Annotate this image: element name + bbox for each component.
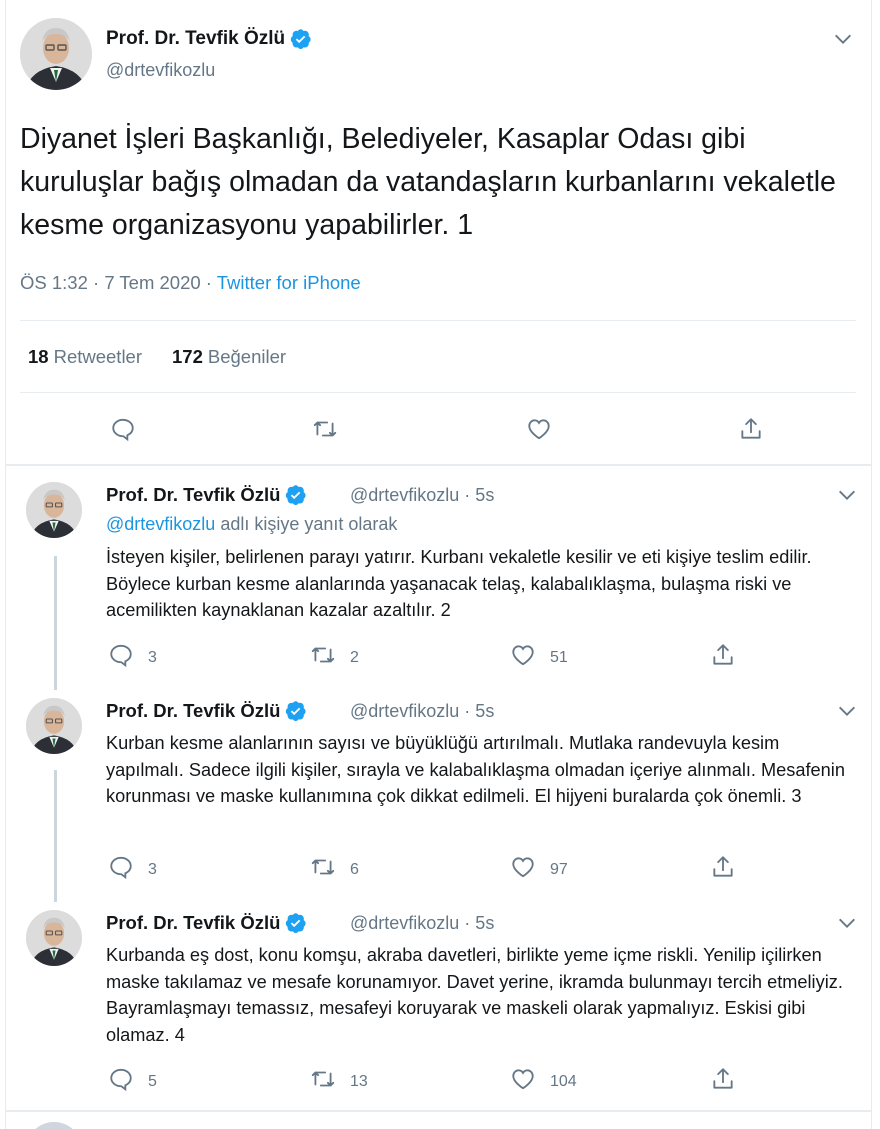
avatar[interactable]	[26, 698, 82, 754]
retweet-icon	[310, 854, 336, 885]
share-button[interactable]	[710, 1066, 736, 1097]
author-name[interactable]: Prof. Dr. Tevfik Özlü	[106, 484, 307, 506]
tweet-text: Diyanet İşleri Başkanlığı, Belediyeler, …	[20, 123, 836, 241]
tweet-source[interactable]: Twitter for iPhone	[217, 272, 361, 293]
replying-to-handle[interactable]: @drtevfikozlu	[106, 514, 215, 534]
retweet-icon	[312, 416, 338, 447]
verified-badge-icon	[290, 28, 312, 50]
verified-badge-icon	[285, 700, 307, 722]
avatar[interactable]	[26, 482, 82, 538]
like-count: 51	[550, 648, 568, 666]
retweets-stat[interactable]: 18 Retweetler	[28, 346, 142, 368]
reply-button[interactable]: 5	[108, 1066, 157, 1097]
reply-icon	[110, 416, 136, 447]
divider	[6, 1110, 872, 1112]
share-icon	[738, 416, 764, 447]
tweet-time[interactable]: ÖS 1:32 · 7 Tem 2020	[20, 272, 201, 293]
retweet-button[interactable]: 13	[310, 1066, 368, 1097]
author-name[interactable]: Prof. Dr. Tevfik Özlü	[106, 28, 312, 50]
reply-text: Kurbanda eş dost, konu komşu, akraba dav…	[106, 945, 843, 1045]
verified-badge-icon	[285, 912, 307, 934]
avatar[interactable]	[20, 18, 92, 90]
author-handle[interactable]: @drtevfikozlu	[106, 60, 215, 81]
like-icon	[526, 416, 552, 447]
like-button[interactable]	[526, 416, 552, 447]
avatar[interactable]	[26, 1122, 82, 1129]
like-icon	[510, 854, 536, 885]
chevron-down-icon[interactable]	[836, 700, 858, 722]
meta-separator: ·	[200, 272, 217, 293]
share-button[interactable]	[738, 416, 764, 447]
retweet-button[interactable]: 6	[310, 854, 359, 885]
like-button[interactable]: 104	[510, 1066, 577, 1097]
thread-line	[54, 770, 57, 902]
like-count: 104	[550, 1072, 577, 1090]
replying-to: @drtevfikozlu adlı kişiye yanıt olarak	[106, 514, 398, 534]
share-button[interactable]	[710, 854, 736, 885]
like-icon	[510, 642, 536, 673]
share-button[interactable]	[710, 642, 736, 673]
reply-text: İsteyen kişiler, belirlenen parayı yatır…	[106, 547, 812, 620]
share-icon	[710, 854, 736, 885]
like-count: 97	[550, 860, 568, 878]
retweet-count: 6	[350, 860, 359, 878]
retweet-count: 2	[350, 648, 359, 666]
like-button[interactable]: 97	[510, 854, 568, 885]
divider	[6, 464, 872, 466]
reply-meta[interactable]: @drtevfikozlu · 5s	[350, 913, 494, 934]
share-icon	[710, 642, 736, 673]
like-button[interactable]: 51	[510, 642, 568, 673]
divider	[20, 392, 856, 393]
chevron-down-icon[interactable]	[832, 28, 854, 50]
divider	[20, 320, 856, 321]
avatar[interactable]	[26, 910, 82, 966]
verified-badge-icon	[285, 484, 307, 506]
tweet-meta: ÖS 1:32 · 7 Tem 2020 · Twitter for iPhon…	[20, 272, 361, 294]
reply-text: Kurban kesme alanlarının sayısı ve büyük…	[106, 733, 845, 806]
likes-stat[interactable]: 172 Beğeniler	[172, 346, 286, 368]
reply-meta[interactable]: @drtevfikozlu · 5s	[350, 701, 494, 722]
retweet-button[interactable]: 2	[310, 642, 359, 673]
like-icon	[510, 1066, 536, 1097]
reply-button[interactable]	[110, 416, 136, 447]
retweet-count: 13	[350, 1072, 368, 1090]
reply-button[interactable]: 3	[108, 854, 157, 885]
retweet-icon	[310, 642, 336, 673]
reply-icon	[108, 854, 134, 885]
reply-count: 3	[148, 648, 157, 666]
tweet-stats: 18 Retweetler 172 Beğeniler	[28, 346, 286, 368]
chevron-down-icon[interactable]	[836, 912, 858, 934]
reply-count: 3	[148, 860, 157, 878]
reply-meta[interactable]: @drtevfikozlu · 5s	[350, 485, 494, 506]
thread-line	[54, 556, 57, 690]
retweet-icon	[310, 1066, 336, 1097]
author-name[interactable]: Prof. Dr. Tevfik Özlü	[106, 912, 307, 934]
reply-count: 5	[148, 1072, 157, 1090]
reply-button[interactable]: 3	[108, 642, 157, 673]
reply-icon	[108, 642, 134, 673]
retweet-button[interactable]	[312, 416, 338, 447]
author-name[interactable]: Prof. Dr. Tevfik Özlü	[106, 700, 307, 722]
tweet-thread: Prof. Dr. Tevfik Özlü @drtevfikozlu Diya…	[6, 0, 872, 1129]
reply-icon	[108, 1066, 134, 1097]
share-icon	[710, 1066, 736, 1097]
chevron-down-icon[interactable]	[836, 484, 858, 506]
